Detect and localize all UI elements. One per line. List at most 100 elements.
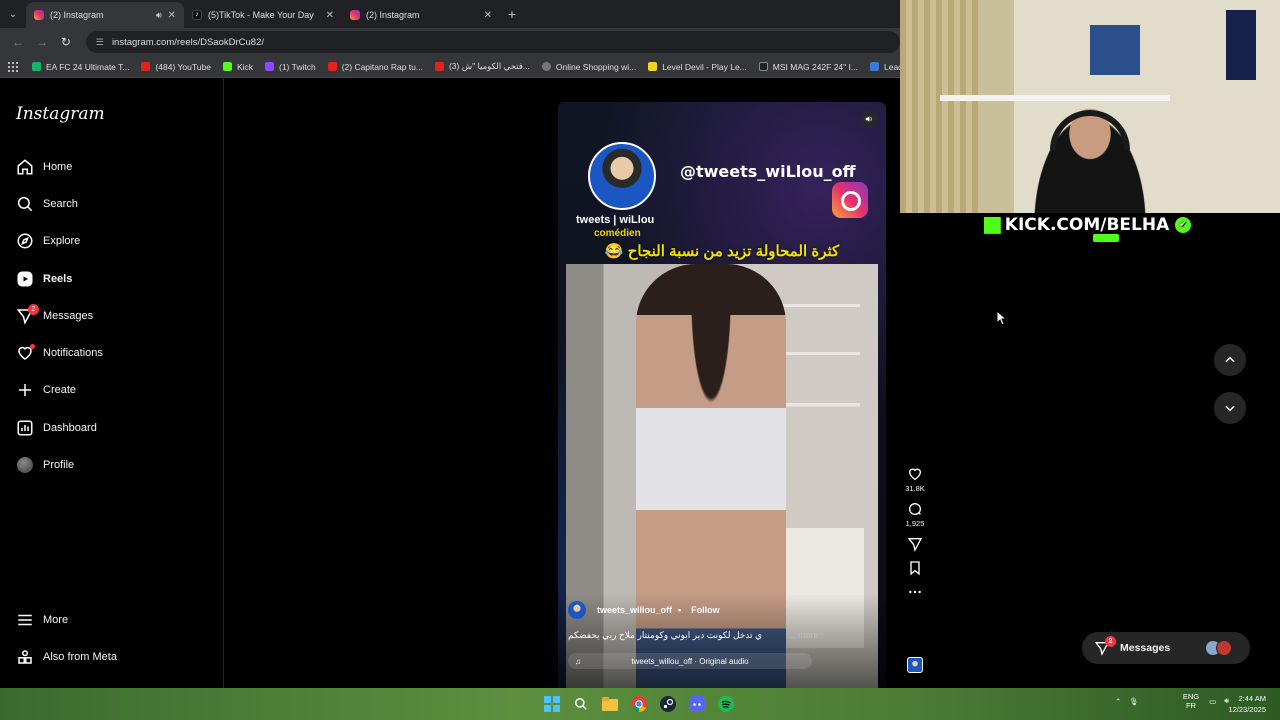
reel-video-player[interactable]: @tweets_wiLlou_off tweets | wiLlou coméd… [558, 102, 886, 688]
instagram-favicon-icon [34, 10, 44, 20]
bookmark-msi[interactable]: MSI MAG 242F 24" I... [758, 62, 858, 72]
kick-icon [222, 62, 232, 71]
bookmark-shopping[interactable]: Online Shopping wi... [541, 61, 637, 72]
sidebar-item-notifications[interactable]: Notifications [0, 334, 224, 371]
bookmark-fathi[interactable]: (3) فتحي الكوميا "ش... [434, 61, 530, 72]
windows-start-icon[interactable] [540, 692, 564, 716]
globe-icon [541, 62, 551, 71]
steam-icon[interactable] [656, 692, 680, 716]
messages-floating-button[interactable]: 2 Messages [1082, 632, 1250, 664]
like-button[interactable]: 31.8K [899, 466, 931, 493]
sidebar-item-reels[interactable]: Reels [0, 260, 224, 297]
sidebar-item-dashboard[interactable]: Dashboard [0, 409, 224, 446]
tray-chevron-icon[interactable]: ⌃ [1115, 697, 1121, 706]
url-input[interactable]: ☰ instagram.com/reels/DSaokDrCu82/ [85, 31, 901, 53]
mute-button[interactable] [860, 110, 878, 128]
sidebar-item-label: Search [43, 197, 78, 210]
sidebar-item-messages[interactable]: 2 Messages [0, 297, 224, 334]
tiktok-favicon-icon: ♪ [192, 10, 202, 20]
tab-tiktok[interactable]: ♪ (5)TikTok - Make Your Day ✕ [184, 2, 342, 28]
messenger-icon: 2 [1094, 636, 1116, 656]
sidebar-item-profile[interactable]: Profile [0, 446, 224, 483]
follow-button[interactable]: Follow [691, 605, 720, 615]
site-info-icon[interactable]: ☰ [96, 37, 104, 48]
creator-role: comédien [594, 228, 641, 239]
sidebar-item-explore[interactable]: Explore [0, 223, 224, 260]
reel-user-row: tweets_willou_off • Follow [568, 601, 720, 619]
sidebar-item-search[interactable]: Search [0, 185, 224, 222]
tab-title: (5)TikTok - Make Your Day [208, 10, 314, 20]
sidebar-item-label: Reels [43, 272, 73, 285]
file-explorer-icon[interactable] [598, 692, 622, 716]
game-icon [648, 62, 658, 71]
comment-icon [909, 503, 922, 515]
close-icon[interactable]: ✕ [168, 10, 176, 21]
previous-reel-button[interactable] [1214, 344, 1246, 376]
instagram-favicon-icon [350, 10, 360, 20]
new-tab-button[interactable]: + [500, 6, 524, 22]
reload-button[interactable]: ↻ [54, 35, 78, 49]
save-button[interactable] [899, 560, 931, 576]
network-icon[interactable]: ▭ [1209, 697, 1216, 706]
bookmark-label: (484) YouTube [155, 61, 211, 72]
chrome-icon[interactable] [627, 692, 651, 716]
bookmark-label: Online Shopping wi... [555, 61, 637, 72]
tab-instagram-active[interactable]: (2) Instagram 🔊︎ ✕ [26, 2, 184, 28]
sidebar-item-also-from-meta[interactable]: Also from Meta [0, 638, 224, 675]
ea-fc-icon [32, 62, 41, 71]
search-icon[interactable] [569, 692, 593, 716]
back-button[interactable]: ← [6, 35, 30, 49]
speaker-icon[interactable]: 🔊︎ [156, 10, 162, 21]
caption-more-link[interactable]: ... more [788, 630, 819, 640]
discord-icon[interactable] [685, 692, 709, 716]
reel-username[interactable]: tweets_willou_off [597, 605, 672, 615]
close-icon[interactable]: ✕ [326, 10, 334, 21]
forward-button[interactable]: → [30, 35, 54, 49]
chevron-down-icon [1225, 405, 1235, 412]
bookmark-capitano[interactable]: (2) Capitano Rap tu... [327, 62, 423, 72]
bookmark-youtube[interactable]: (484) YouTube [141, 61, 211, 72]
bookmark-ea-fc[interactable]: EA FC 24 Ultimate T... [32, 62, 129, 72]
bookmark-kick[interactable]: Kick [222, 62, 253, 72]
sidebar-item-label: Create [43, 384, 77, 397]
windows-taskbar: ⌃ 🎙︎ ENG FR ▭ 🔊︎ 2:44 AM 12/23/2025 [0, 688, 1280, 720]
audio-label: tweets_willou_off · Original audio [631, 656, 749, 666]
cam-poster [1090, 25, 1140, 75]
more-options-button[interactable] [899, 584, 931, 600]
instagram-logo[interactable]: Instagram [16, 104, 105, 124]
overlay-handle: @tweets_wiLlou_off [680, 162, 856, 181]
site-icon [869, 62, 879, 71]
taskbar-clock[interactable]: 2:44 AM 12/23/2025 [1228, 693, 1266, 715]
bookmarks-bar: EA FC 24 Ultimate T... (484) YouTube Kic… [0, 56, 940, 78]
close-icon[interactable]: ✕ [484, 10, 492, 21]
language-indicator[interactable]: ENG FR [1183, 692, 1199, 710]
microphone-icon[interactable]: 🎙︎ [1129, 697, 1139, 706]
sidebar-item-create[interactable]: Create [0, 372, 224, 409]
apps-grid-icon[interactable] [8, 61, 18, 72]
search-icon [16, 195, 34, 213]
mouse-cursor-icon [996, 310, 1008, 326]
share-button[interactable] [899, 536, 931, 552]
twitch-icon [265, 62, 274, 71]
comment-button[interactable]: 1,925 [899, 501, 931, 528]
kick-logo-icon: ■ [982, 212, 1003, 237]
sidebar-item-label: Profile [43, 459, 75, 472]
audio-thumbnail[interactable] [907, 657, 923, 673]
bookmark-level-devil[interactable]: Level Devil - Play Le... [648, 62, 747, 72]
overlay-caption: كثرة المحاولة تزيد من نسبة النجاح 😂 [604, 243, 840, 260]
plus-icon [16, 381, 34, 399]
system-tray: ⌃ 🎙︎ ENG FR ▭ 🔊︎ [1115, 692, 1229, 710]
spotify-icon[interactable] [714, 692, 738, 716]
sidebar-item-label: Notifications [43, 347, 103, 360]
avatar[interactable] [568, 601, 586, 619]
next-reel-button[interactable] [1214, 392, 1246, 424]
sidebar-item-more[interactable]: More [0, 601, 224, 638]
audio-link[interactable]: ♫ tweets_willou_off · Original audio [568, 653, 812, 669]
sidebar-item-home[interactable]: Home [0, 148, 224, 185]
bookmark-twitch[interactable]: (1) Twitch [265, 62, 316, 72]
youtube-icon [141, 62, 151, 71]
tab-instagram[interactable]: (2) Instagram ✕ [342, 2, 500, 28]
reel-actions: 31.8K 1,925 [899, 466, 931, 673]
chevron-up-icon [1225, 356, 1235, 363]
tab-search-button[interactable]: ⌄ [0, 0, 26, 28]
